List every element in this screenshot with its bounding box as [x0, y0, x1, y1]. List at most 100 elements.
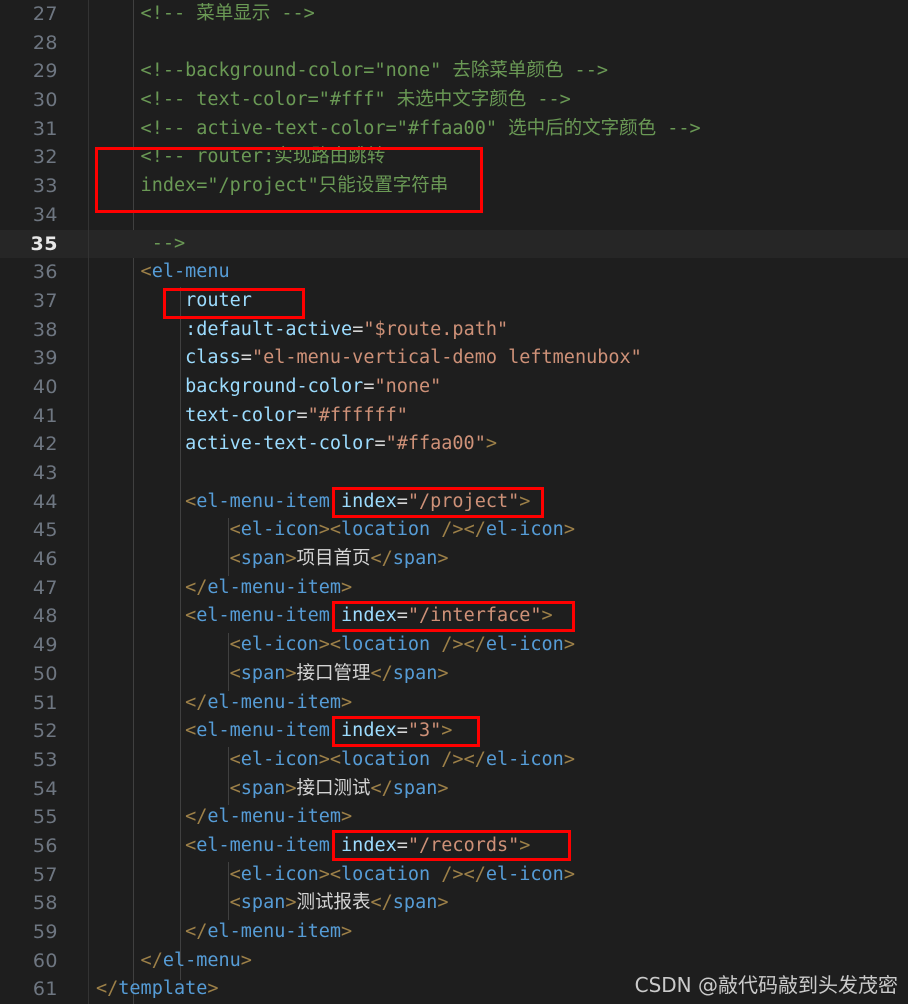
code-line[interactable]: 53 <el-icon><location /></el-icon>	[0, 746, 908, 775]
token-str: "el-menu-vertical-demo leftmenubox"	[251, 347, 642, 369]
line-content[interactable]: :default-active="$route.path"	[96, 316, 508, 345]
code-line[interactable]: 45 <el-icon><location /></el-icon>	[0, 516, 908, 545]
code-line[interactable]: 49 <el-icon><location /></el-icon>	[0, 631, 908, 660]
line-number: 27	[32, 3, 58, 25]
token-attr: index	[329, 720, 397, 742]
line-content[interactable]: </el-menu-item>	[96, 574, 352, 603]
code-line[interactable]: 58 <span>测试报表</span>	[0, 889, 908, 918]
line-content[interactable]: <span>接口管理</span>	[96, 660, 449, 689]
code-line[interactable]: 31 <!-- active-text-color="#ffaa00" 选中后的…	[0, 115, 908, 144]
code-line[interactable]: 52 <el-menu-item index="3">	[0, 717, 908, 746]
line-content[interactable]: <span>测试报表</span>	[96, 889, 449, 918]
token-punct: >	[207, 978, 219, 1000]
code-line[interactable]: 30 <!-- text-color="#fff" 未选中文字颜色 -->	[0, 86, 908, 115]
token-eq: =	[352, 318, 364, 340]
token-punct: ><	[318, 748, 342, 770]
line-number: 61	[32, 978, 58, 1001]
line-content[interactable]: <el-menu-item index="/interface">	[96, 602, 553, 631]
line-content[interactable]: router	[96, 287, 252, 316]
code-line[interactable]: 43	[0, 459, 908, 488]
token-punct: >	[563, 519, 575, 541]
code-line[interactable]: 38 :default-active="$route.path"	[0, 316, 908, 345]
code-line[interactable]: 29 <!--background-color="none" 去除菜单颜色 --…	[0, 57, 908, 86]
line-number: 38	[32, 318, 58, 341]
token-tag: el-icon	[240, 863, 319, 885]
token-attr: :default-active	[96, 318, 353, 340]
line-content[interactable]: </el-menu-item>	[96, 918, 352, 947]
token-str: "/records"	[407, 834, 520, 856]
line-content[interactable]: <!--background-color="none" 去除菜单颜色 -->	[96, 57, 608, 86]
token-tag: span	[240, 662, 286, 684]
code-line[interactable]: 54 <span>接口测试</span>	[0, 775, 908, 804]
line-content[interactable]: <!-- 菜单显示 -->	[96, 0, 315, 29]
line-content[interactable]: <el-icon><location /></el-icon>	[96, 861, 575, 890]
line-content[interactable]: </el-menu>	[96, 947, 252, 976]
token-punct: >	[563, 863, 575, 885]
line-number: 44	[32, 490, 58, 513]
code-line[interactable]: 51 </el-menu-item>	[0, 689, 908, 718]
line-content[interactable]: -->	[96, 230, 185, 259]
line-content[interactable]: </template>	[96, 975, 219, 1004]
line-content[interactable]: background-color="none"	[96, 373, 441, 402]
line-content[interactable]: <!-- text-color="#fff" 未选中文字颜色 -->	[96, 86, 571, 115]
token-punct: >	[437, 548, 449, 570]
line-content[interactable]: text-color="#ffffff"	[96, 402, 408, 431]
line-content[interactable]: <!-- active-text-color="#ffaa00" 选中后的文字颜…	[96, 115, 701, 144]
code-line[interactable]: 50 <span>接口管理</span>	[0, 660, 908, 689]
code-line[interactable]: 41 text-color="#ffffff"	[0, 402, 908, 431]
line-content[interactable]: index="/project"只能设置字符串	[96, 172, 449, 201]
token-tag: span	[392, 548, 438, 570]
code-line[interactable]: 32 <!-- router:实现路由跳转	[0, 143, 908, 172]
token-punct: <	[96, 662, 241, 684]
line-content[interactable]: class="el-menu-vertical-demo leftmenubox…	[96, 344, 642, 373]
line-content[interactable]: <el-menu-item index="/records">	[96, 832, 530, 861]
token-attr: index	[329, 605, 397, 627]
line-content[interactable]: <el-icon><location /></el-icon>	[96, 746, 575, 775]
line-content[interactable]: </el-menu-item>	[96, 803, 352, 832]
code-line[interactable]: 39 class="el-menu-vertical-demo leftmenu…	[0, 344, 908, 373]
line-content[interactable]: <el-icon><location /></el-icon>	[96, 516, 575, 545]
code-line[interactable]: 56 <el-menu-item index="/records">	[0, 832, 908, 861]
code-line[interactable]: 33 index="/project"只能设置字符串	[0, 172, 908, 201]
line-content[interactable]: active-text-color="#ffaa00">	[96, 430, 497, 459]
token-punct: <	[96, 519, 241, 541]
line-content[interactable]: <el-menu-item index="/project">	[96, 488, 530, 517]
code-line[interactable]: 35 -->	[0, 229, 908, 259]
token-str: "none"	[374, 375, 442, 397]
line-content[interactable]: <span>项目首页</span>	[96, 545, 449, 574]
token-punct: >	[341, 691, 353, 713]
line-content[interactable]: </el-menu-item>	[96, 689, 352, 718]
code-line[interactable]: 46 <span>项目首页</span>	[0, 545, 908, 574]
token-text: 项目首页	[296, 548, 371, 570]
code-line[interactable]: 42 active-text-color="#ffaa00">	[0, 430, 908, 459]
code-line[interactable]: 40 background-color="none"	[0, 373, 908, 402]
line-content[interactable]: <el-menu-item index="3">	[96, 717, 452, 746]
line-content[interactable]: <span>接口测试</span>	[96, 775, 449, 804]
token-punct: >	[341, 576, 353, 598]
token-attr: class	[96, 347, 241, 369]
code-line[interactable]: 47 </el-menu-item>	[0, 574, 908, 603]
code-line[interactable]: 36 <el-menu	[0, 258, 908, 287]
code-line[interactable]: 59 </el-menu-item>	[0, 918, 908, 947]
token-str: "3"	[407, 720, 442, 742]
line-content[interactable]: <el-menu	[96, 258, 230, 287]
code-line[interactable]: 27 <!-- 菜单显示 -->	[0, 0, 908, 29]
code-editor[interactable]: 27 <!-- 菜单显示 --> 28 29 <!--background-colo…	[0, 0, 908, 1004]
code-line[interactable]: 34	[0, 201, 908, 230]
code-line[interactable]: 37 router	[0, 287, 908, 316]
code-lines-container[interactable]: 27 <!-- 菜单显示 --> 28 29 <!--background-colo…	[0, 0, 908, 1004]
code-line[interactable]: 57 <el-icon><location /></el-icon>	[0, 861, 908, 890]
code-line[interactable]: 55 </el-menu-item>	[0, 803, 908, 832]
code-line[interactable]: 28	[0, 29, 908, 58]
token-str: "$route.path"	[363, 318, 509, 340]
token-comment: <!-- 菜单显示 -->	[96, 3, 315, 24]
token-punct: >	[485, 433, 497, 455]
token-eq: =	[396, 834, 408, 856]
line-content[interactable]: <!-- router:实现路由跳转	[96, 143, 386, 172]
code-line[interactable]: 44 <el-menu-item index="/project">	[0, 488, 908, 517]
code-line[interactable]: 48 <el-menu-item index="/interface">	[0, 602, 908, 631]
token-tag: location	[341, 748, 431, 770]
line-content[interactable]: <el-icon><location /></el-icon>	[96, 631, 575, 660]
line-number: 30	[32, 89, 58, 112]
line-number: 42	[32, 433, 58, 456]
